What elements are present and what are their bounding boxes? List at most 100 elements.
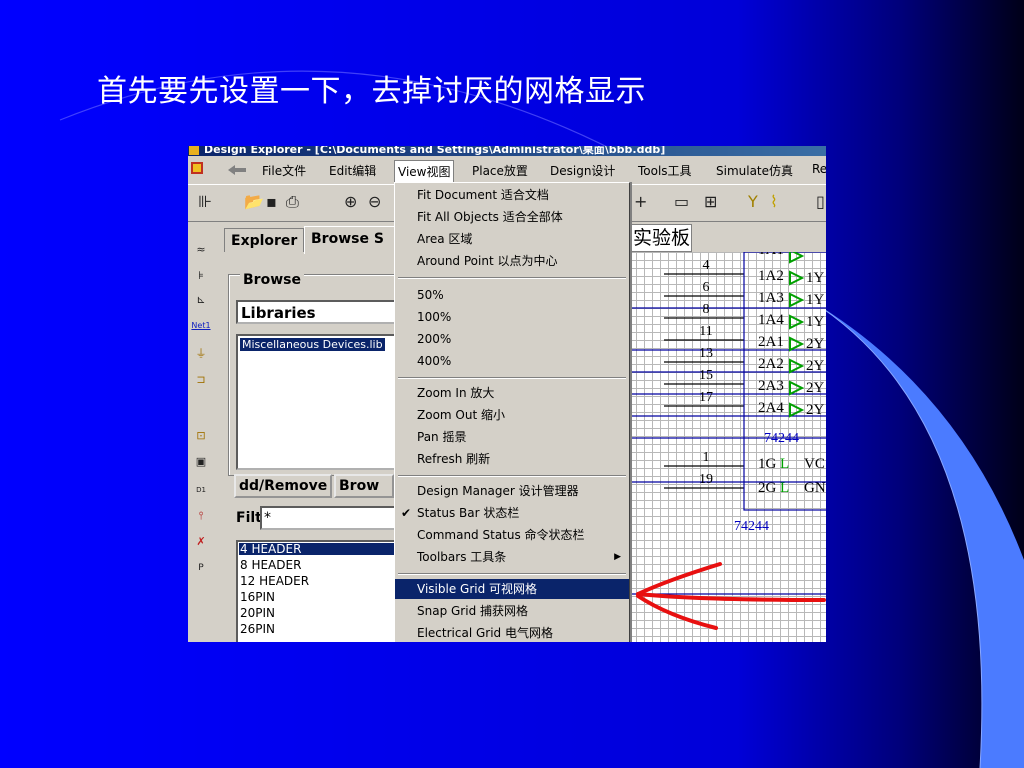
menu-item-around-point[interactable]: Around Point 以点为中心 — [395, 251, 629, 271]
component-item[interactable]: 26PIN — [239, 623, 276, 635]
gate-flag: L — [780, 480, 789, 496]
open-folder-icon[interactable]: 📂 — [244, 193, 264, 211]
panel-tabs: Explorer Browse S — [224, 226, 404, 254]
menu-item-fit-all-objects[interactable]: Fit All Objects 适合全部体 — [395, 207, 629, 227]
no-erc-icon[interactable]: ✗ — [191, 534, 211, 550]
pcb-layout-icon[interactable]: P — [191, 560, 211, 576]
bus-entry-icon[interactable]: ⊾ — [191, 292, 211, 308]
gate-label: 1G — [758, 456, 777, 472]
menu-separator — [398, 475, 626, 477]
menu-place[interactable]: Place放置 — [472, 162, 528, 179]
app-icon — [189, 146, 199, 155]
pin-label: 1A2 — [758, 268, 784, 284]
bus-tool-icon[interactable]: ⊧ — [191, 268, 211, 284]
menu-item-status-bar[interactable]: ✔ Status Bar 状态栏 — [395, 503, 629, 523]
menu-design[interactable]: Design设计 — [550, 162, 615, 179]
component-item[interactable]: 8 HEADER — [239, 559, 302, 571]
net-label-icon[interactable]: Net1 — [191, 318, 211, 334]
menu-item-status-bar-label: Status Bar 状态栏 — [417, 506, 520, 520]
menu-item-area[interactable]: Area 区域 — [395, 229, 629, 249]
browse-button[interactable]: Brow — [334, 474, 394, 498]
screenshot: Design Explorer - [C:\Documents and Sett… — [188, 146, 826, 642]
more-tools-icon[interactable]: ▯ — [816, 193, 825, 211]
gate-flag: L — [780, 456, 789, 472]
left-toolbar: ≈ ⊧ ⊾ Net1 ⏚ ⊐ ⊡ ▣ D1 ⫯ ✗ P — [188, 224, 216, 642]
menu-item-fit-document[interactable]: Fit Document 适合文档 — [395, 185, 629, 205]
menu-simulate[interactable]: Simulate仿真 — [716, 162, 793, 179]
library-list[interactable]: Miscellaneous Devices.lib — [236, 334, 406, 470]
tab-explorer[interactable]: Explorer — [224, 228, 305, 252]
gate-label: 2G — [758, 480, 777, 496]
sheet-entry-icon[interactable]: ▣ — [191, 454, 211, 470]
zoom-out-icon[interactable]: ⊖ — [368, 193, 381, 211]
part-designator: 74244 — [734, 519, 769, 534]
output-label: 2Y — [806, 380, 825, 396]
wire-tool-icon[interactable]: ≈ — [191, 242, 211, 258]
library-item[interactable]: Miscellaneous Devices.lib — [240, 338, 385, 351]
hierarchy-icon[interactable]: ⊪ — [198, 193, 212, 211]
add-remove-button[interactable]: dd/Remove — [234, 474, 333, 498]
component-item[interactable]: 20PIN — [239, 607, 276, 619]
probe-icon[interactable]: Y — [748, 193, 758, 211]
pin-label: 1A3 — [758, 290, 784, 306]
filter-input[interactable]: * — [260, 506, 400, 530]
output-label: 2Y — [806, 336, 825, 352]
menu-file[interactable]: File文件 — [262, 162, 306, 179]
menu-item-pan[interactable]: Pan 摇景 — [395, 427, 629, 447]
pin-label: 2A2 — [758, 356, 784, 372]
wire-icon[interactable]: ⌇ — [770, 193, 778, 211]
print-icon[interactable]: ⎙ — [286, 193, 299, 211]
component-icon[interactable]: ▭ — [674, 193, 689, 211]
window-titlebar: Design Explorer - [C:\Documents and Sett… — [188, 146, 826, 156]
menu-item-zoom-400[interactable]: 400% — [395, 351, 629, 371]
menu-separator — [398, 573, 626, 575]
crosshair-icon[interactable]: + — [634, 193, 647, 211]
submenu-arrow-icon: ▶ — [614, 552, 621, 562]
menu-item-zoom-100[interactable]: 100% — [395, 307, 629, 327]
component-list[interactable]: 4 HEADER 8 HEADER 12 HEADER 16PIN 20PIN … — [236, 540, 406, 642]
red-arrow-annotation — [636, 562, 826, 630]
schematic-document-tab[interactable]: 实验板 — [628, 224, 692, 252]
menu-item-zoom-50[interactable]: 50% — [395, 285, 629, 305]
menu-item-electrical-grid[interactable]: Electrical Grid 电气网格 — [395, 623, 629, 642]
pin-label: 1A4 — [758, 312, 784, 328]
pin-number: 19 — [699, 472, 713, 487]
output-label: 1Y — [806, 292, 825, 308]
menu-separator — [398, 277, 626, 279]
component-item[interactable]: 16PIN — [239, 591, 276, 603]
slide-title: 首先要先设置一下，去掉讨厌的网格显示 — [97, 74, 646, 109]
menu-reports[interactable]: Re — [812, 162, 826, 176]
menu-item-zoom-in[interactable]: Zoom In 放大 — [395, 383, 629, 403]
menu-item-snap-grid[interactable]: Snap Grid 捕获网格 — [395, 601, 629, 621]
sheet-symbol-icon[interactable]: ⊡ — [191, 428, 211, 444]
chip-name: 74244 — [764, 431, 799, 446]
save-icon[interactable]: ▪ — [266, 193, 277, 211]
tab-browse-sch[interactable]: Browse S — [304, 226, 404, 254]
menu-item-refresh[interactable]: Refresh 刷新 — [395, 449, 629, 469]
menu-tools[interactable]: Tools工具 — [638, 162, 692, 179]
menu-edit[interactable]: Edit编辑 — [329, 162, 376, 179]
component-item[interactable]: 4 HEADER — [239, 543, 405, 555]
menu-item-toolbars-label: Toolbars 工具条 — [417, 550, 507, 564]
menu-item-visible-grid[interactable]: Visible Grid 可视网格 — [395, 579, 629, 599]
port-icon[interactable]: ⊐ — [191, 372, 211, 388]
menu-item-toolbars[interactable]: Toolbars 工具条 ▶ — [395, 547, 629, 567]
component-item[interactable]: 12 HEADER — [239, 575, 310, 587]
pin-label: 2A3 — [758, 378, 784, 394]
menu-item-command-status[interactable]: Command Status 命令状态栏 — [395, 525, 629, 545]
part-icon[interactable]: D1 — [191, 482, 211, 498]
junction-icon[interactable]: ⫯ — [191, 508, 211, 524]
browse-type-select[interactable]: Libraries — [236, 300, 406, 324]
menu-separator — [398, 377, 626, 379]
ground-icon[interactable]: ⏚ — [191, 346, 211, 362]
menu-item-design-manager[interactable]: Design Manager 设计管理器 — [395, 481, 629, 501]
library-icon[interactable]: ⊞ — [704, 193, 717, 211]
menu-item-zoom-out[interactable]: Zoom Out 缩小 — [395, 405, 629, 425]
pin-number: 15 — [699, 368, 713, 383]
menu-item-zoom-200[interactable]: 200% — [395, 329, 629, 349]
design-manager-panel: Explorer Browse S Browse Libraries Misce… — [224, 224, 430, 642]
menu-view[interactable]: View视图 — [394, 160, 455, 184]
pin-number: 6 — [703, 280, 710, 295]
checkmark-icon: ✔ — [401, 506, 412, 520]
zoom-in-icon[interactable]: ⊕ — [344, 193, 357, 211]
